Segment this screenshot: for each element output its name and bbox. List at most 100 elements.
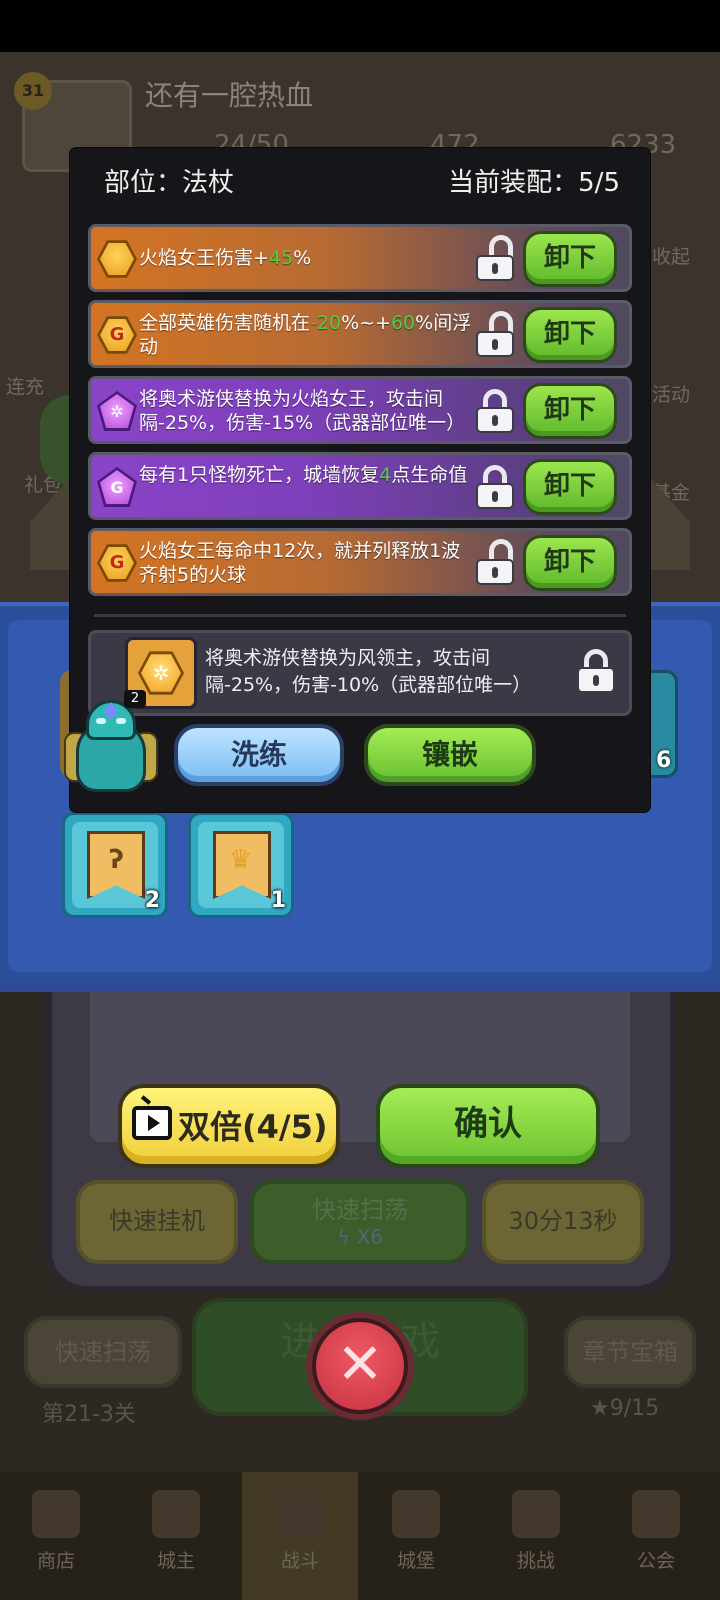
- keyhole: [492, 339, 498, 350]
- hex-fire-icon-inner: G: [100, 319, 134, 351]
- swords-icon: [276, 1490, 324, 1538]
- hex-rune-icon-inner: ✲: [141, 654, 181, 692]
- close-x-icon: ✕: [336, 1332, 384, 1397]
- rune-glyph: ✲: [110, 402, 124, 421]
- nav-battle[interactable]: 战斗: [242, 1472, 358, 1600]
- hero-count-badge: 2: [124, 690, 146, 708]
- nav-shop[interactable]: 商店: [6, 1472, 106, 1600]
- quick-sweep-button[interactable]: 快速扫荡 ϟ X6: [250, 1180, 470, 1264]
- affix-text: 火焰女王每命中12次，就并列释放1波齐射5的火球: [139, 540, 461, 586]
- hero-character: 2: [58, 690, 162, 804]
- equip-count-label: 当前装配：5/5: [448, 168, 620, 198]
- affix-row: G 火焰女王每命中12次，就并列释放1波齐射5的火球 卸下: [88, 528, 632, 596]
- unload-button[interactable]: 卸下: [523, 231, 617, 287]
- quick-sweep-cost-value: X6: [356, 1225, 383, 1249]
- nav-castle[interactable]: 城堡: [366, 1472, 466, 1600]
- nav-guild-label: 公会: [636, 1550, 675, 1572]
- affix-text: 将奥术游侠替换为火焰女王，攻击间隔-25%，伤害-15%（武器部位唯一）: [139, 388, 466, 434]
- lock-body: [476, 331, 514, 357]
- skill-card[interactable]: ♛ 1: [188, 812, 294, 918]
- hero-eye: [116, 718, 126, 724]
- unload-button[interactable]: 卸下: [523, 535, 617, 591]
- candidate-affix-text: 将奥术游侠替换为风领主，攻击间隔-25%，伤害-10%（武器部位唯一）: [205, 647, 532, 696]
- lock-icon[interactable]: [476, 465, 514, 509]
- affix-text-part: %: [293, 247, 312, 269]
- affix-value: 45: [268, 247, 294, 269]
- affix-row: G 全部英雄伤害随机在-20%~+60%间浮动 卸下: [88, 300, 632, 368]
- pentagon-rune-icon: ✲: [97, 391, 137, 431]
- card-count: 2: [144, 888, 160, 913]
- confirm-button[interactable]: 确认: [376, 1084, 600, 1168]
- hex-gold-icon: [97, 240, 137, 278]
- affix-text-part: %~+: [341, 312, 391, 334]
- nav-shop-label: 商店: [36, 1550, 75, 1572]
- close-button[interactable]: ✕: [312, 1318, 408, 1414]
- nav-castle-label: 城堡: [396, 1550, 435, 1572]
- guild-icon: [632, 1490, 680, 1538]
- unlock-icon[interactable]: [476, 539, 514, 585]
- hex-fire-icon-inner: G: [100, 547, 134, 579]
- player-level-badge: 31: [14, 72, 52, 110]
- nav-guild[interactable]: 公会: [606, 1472, 706, 1600]
- unlock-icon[interactable]: [476, 311, 514, 357]
- lock-icon[interactable]: [476, 389, 514, 433]
- affix-value: -20: [310, 312, 342, 334]
- card-count: 6: [656, 748, 672, 773]
- lock-icon[interactable]: [577, 649, 615, 693]
- keyhole: [593, 675, 599, 686]
- hex-fire-icon: G: [97, 316, 137, 354]
- unload-button[interactable]: 卸下: [523, 383, 617, 439]
- affix-value: 60: [390, 312, 416, 334]
- keyhole: [492, 567, 498, 578]
- star-icon: ★: [590, 1396, 610, 1421]
- stars-count: 9/15: [609, 1396, 660, 1421]
- inlay-button[interactable]: 镶嵌: [364, 724, 536, 786]
- tv-ad-icon: [132, 1106, 172, 1140]
- lock-body: [476, 255, 514, 281]
- player-name: 还有一腔热血: [145, 79, 314, 112]
- affix-text-part: 点生命值: [391, 464, 468, 486]
- unload-button[interactable]: 卸下: [523, 307, 617, 363]
- crown-icon: ♛: [229, 845, 253, 875]
- pentagon-rune-icon-inner: ✲: [100, 394, 134, 428]
- affix-text-part: 火焰女王伤害+: [139, 247, 269, 269]
- divider: [94, 614, 626, 617]
- pentagon-swirl-icon-inner: G: [100, 470, 134, 504]
- hero-eye: [96, 718, 106, 724]
- quick-sweep-cost: ϟ X6: [254, 1225, 466, 1249]
- reroll-button[interactable]: 洗练: [174, 724, 344, 786]
- affix-text-part: 全部英雄伤害随机在: [139, 312, 311, 334]
- hex-fire-icon: G: [97, 544, 137, 582]
- swirl-glyph: G: [109, 324, 125, 345]
- quick-sweep-left-button[interactable]: 快速扫荡: [24, 1316, 182, 1388]
- candidate-affix[interactable]: ✲ 将奥术游侠替换为风领主，攻击间隔-25%，伤害-10%（武器部位唯一）: [88, 630, 632, 716]
- stars-label: ★9/15: [590, 1396, 659, 1421]
- swirl-glyph: G: [110, 478, 124, 497]
- nav-challenge-label: 挑战: [516, 1550, 555, 1572]
- nav-battle-label: 战斗: [280, 1550, 319, 1572]
- affix-text: 火焰女王伤害+45%: [139, 246, 479, 270]
- side-recharge-label[interactable]: 连充: [6, 372, 44, 399]
- keyhole: [492, 491, 498, 502]
- side-activity-label[interactable]: 活动: [652, 380, 690, 407]
- keyhole: [492, 415, 498, 426]
- timer-button[interactable]: 30分13秒: [482, 1180, 644, 1264]
- chapter-chest-button[interactable]: 章节宝箱: [564, 1316, 696, 1388]
- double-reward-button[interactable]: 双倍(4/5): [118, 1084, 340, 1168]
- swirl-glyph: G: [109, 552, 125, 573]
- skill-card[interactable]: ʔ 2: [62, 812, 168, 918]
- double-reward-label: 双倍(4/5): [178, 1108, 328, 1146]
- affix-row: 火焰女王伤害+45% 卸下: [88, 224, 632, 292]
- unlock-icon[interactable]: [476, 235, 514, 281]
- affix-text: 全部英雄伤害随机在-20%~+60%间浮动: [139, 311, 479, 359]
- nav-lord[interactable]: 城主: [126, 1472, 226, 1600]
- affix-row: ✲ 将奥术游侠替换为火焰女王，攻击间隔-25%，伤害-15%（武器部位唯一） 卸…: [88, 376, 632, 444]
- side-collapse-label[interactable]: 收起: [652, 242, 690, 269]
- quick-idle-button[interactable]: 快速挂机: [76, 1180, 238, 1264]
- unload-button[interactable]: 卸下: [523, 459, 617, 515]
- castle-icon: [392, 1490, 440, 1538]
- nav-challenge[interactable]: 挑战: [486, 1472, 586, 1600]
- lock-body: [577, 667, 615, 693]
- staff-icon: ʔ: [109, 845, 124, 875]
- affix-text: 每有1只怪物死亡，城墙恢复4点生命值: [139, 463, 479, 487]
